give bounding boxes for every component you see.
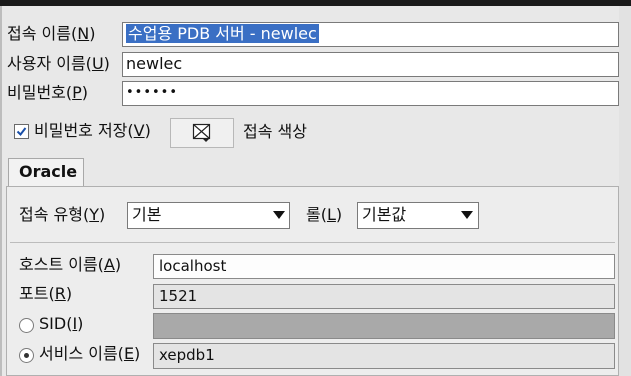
service-name-value: xepdb1 (159, 346, 215, 364)
service-name-input[interactable]: xepdb1 (153, 343, 615, 369)
panel-divider (10, 242, 615, 243)
service-name-label[interactable]: 서비스 이름(E) (39, 343, 140, 365)
checkmark-icon (16, 127, 27, 137)
window-left-edge (0, 6, 2, 376)
host-name-label: 호스트 이름(A) (19, 255, 122, 274)
sid-label[interactable]: SID(I) (39, 313, 83, 335)
connection-name-label: 접속 이름(N) (7, 24, 96, 43)
password-label: 비밀번호(P) (7, 83, 89, 102)
save-password-label[interactable]: 비밀번호 저장(V) (34, 120, 151, 142)
connection-color-button[interactable] (170, 118, 234, 148)
tab-oracle[interactable]: Oracle (8, 158, 84, 187)
connection-name-value: 수업용 PDB 서버 - newlec (126, 24, 319, 43)
connection-type-select[interactable]: 기본 (127, 202, 290, 229)
service-name-radio[interactable] (19, 348, 34, 363)
port-label: 포트(R) (19, 284, 73, 303)
role-value: 기본값 (362, 205, 407, 224)
host-name-input[interactable]: localhost (153, 254, 615, 279)
window-top-edge (0, 0, 631, 6)
password-input[interactable]: •••••• (122, 81, 619, 106)
right-panel-edge (619, 6, 631, 376)
role-label: 롤(L) (306, 205, 343, 224)
color-picker-icon (192, 123, 211, 142)
connection-type-label: 접속 유형(Y) (19, 205, 106, 224)
save-password-checkbox[interactable] (14, 124, 29, 139)
username-value: newlec (126, 54, 183, 73)
username-input[interactable]: newlec (122, 52, 619, 77)
username-label: 사용자 이름(U) (7, 54, 110, 73)
host-name-value: localhost (159, 257, 227, 275)
connection-color-label: 접속 색상 (243, 122, 307, 141)
sid-input (153, 313, 615, 339)
port-value: 1521 (159, 287, 198, 305)
chevron-down-icon (461, 211, 473, 219)
password-value: •••••• (126, 85, 179, 100)
sid-radio[interactable] (19, 318, 34, 333)
connection-type-value: 기본 (132, 205, 162, 224)
radio-selected-dot (24, 353, 29, 358)
port-input[interactable]: 1521 (153, 284, 615, 309)
chevron-down-icon (273, 211, 285, 219)
connection-name-input[interactable]: 수업용 PDB 서버 - newlec (122, 22, 619, 47)
role-select[interactable]: 기본값 (357, 202, 479, 229)
